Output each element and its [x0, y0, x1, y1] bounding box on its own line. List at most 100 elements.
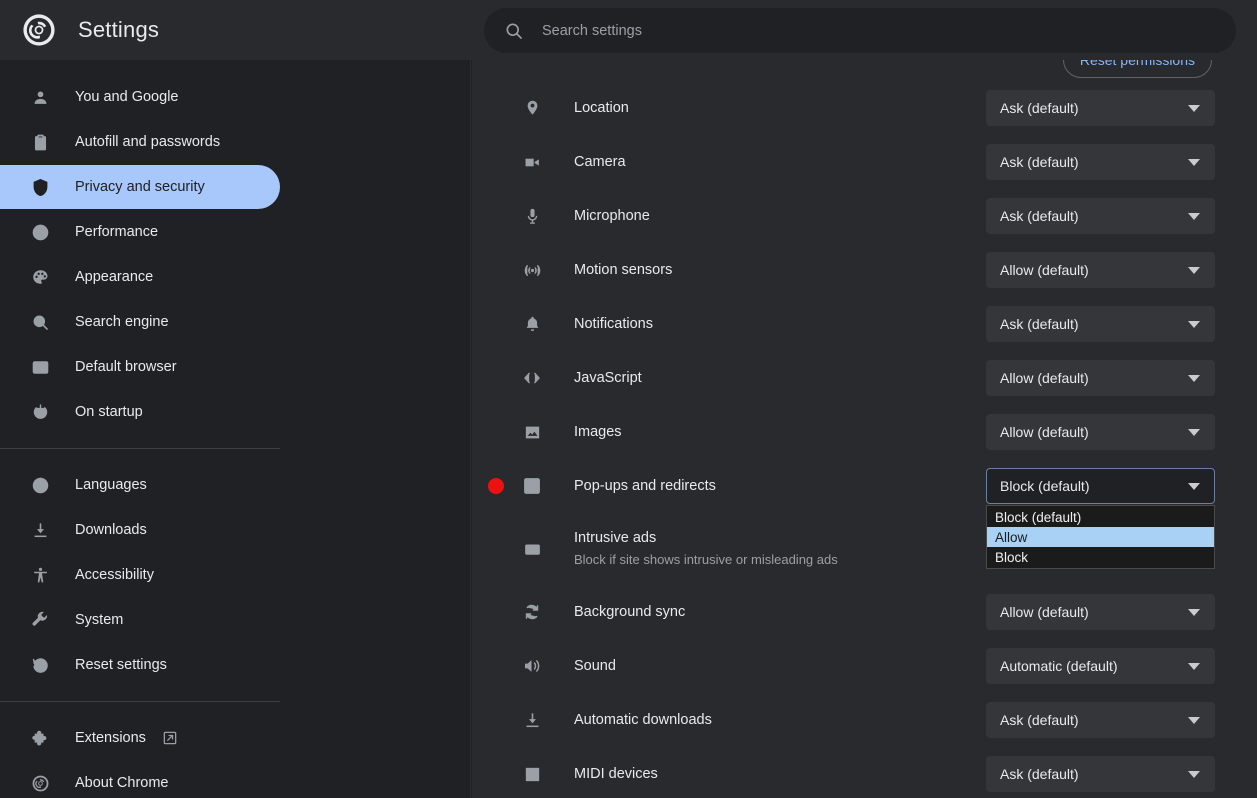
sidebar-item-privacy-and-security[interactable]: Privacy and security [0, 165, 280, 209]
permission-text: Automatic downloads [574, 711, 986, 730]
settings-page: Settings You and Google Autofill and p [0, 0, 1257, 798]
permission-row-microphone[interactable]: Microphone Ask (default) [472, 189, 1257, 243]
midi-piano-icon [520, 762, 544, 786]
permission-select-sound[interactable]: Automatic (default) [986, 648, 1215, 684]
magnifier-icon [30, 312, 50, 332]
select-value: Block (default) [1000, 478, 1188, 494]
permission-select-wrap: Automatic (default) [986, 648, 1215, 684]
permission-select-wrap: Allow (default) [986, 594, 1215, 630]
permission-row-midi-devices[interactable]: MIDI devices Ask (default) [472, 747, 1257, 798]
sidebar-item-label: Accessibility [75, 567, 154, 583]
permission-select-motion-sensors[interactable]: Allow (default) [986, 252, 1215, 288]
permission-title: Automatic downloads [574, 711, 986, 730]
permission-select-microphone[interactable]: Ask (default) [986, 198, 1215, 234]
chevron-down-icon [1188, 717, 1200, 724]
permission-select-location[interactable]: Ask (default) [986, 90, 1215, 126]
permission-select-automatic-downloads[interactable]: Ask (default) [986, 702, 1215, 738]
dropdown-option-block-default[interactable]: Block (default) [987, 507, 1214, 527]
permission-select-camera[interactable]: Ask (default) [986, 144, 1215, 180]
permission-title: Images [574, 423, 986, 442]
download-icon [30, 520, 50, 540]
page-title: Settings [78, 17, 159, 43]
sidebar-item-label: System [75, 612, 123, 628]
select-value: Ask (default) [1000, 100, 1188, 116]
sidebar-item-reset-settings[interactable]: Reset settings [0, 643, 280, 687]
sidebar-item-label: Autofill and passwords [75, 134, 220, 150]
permission-row-camera[interactable]: Camera Ask (default) [472, 135, 1257, 189]
location-pin-icon [520, 96, 544, 120]
chevron-down-icon [1188, 267, 1200, 274]
select-value: Allow (default) [1000, 604, 1188, 620]
permission-text: Images [574, 423, 986, 442]
dropdown-option-block[interactable]: Block [987, 547, 1214, 567]
permission-text: Notifications [574, 315, 986, 334]
external-link-icon[interactable] [162, 730, 178, 746]
permission-row-popups-and-redirects[interactable]: Pop-ups and redirects Block (default) Bl… [472, 459, 1257, 513]
permission-select-wrap: Ask (default) [986, 306, 1215, 342]
permission-row-background-sync[interactable]: Background sync Allow (default) [472, 585, 1257, 639]
reset-permissions-button[interactable]: Reset permissions [1063, 60, 1212, 78]
sidebar-item-extensions[interactable]: Extensions [0, 716, 280, 760]
permission-row-javascript[interactable]: JavaScript Allow (default) [472, 351, 1257, 405]
permission-select-wrap: Allow (default) [986, 252, 1215, 288]
sidebar-item-label: Downloads [75, 522, 147, 538]
permission-row-location[interactable]: Location Ask (default) [472, 81, 1257, 135]
sidebar-item-accessibility[interactable]: Accessibility [0, 553, 280, 597]
permission-select-wrap: Ask (default) [986, 198, 1215, 234]
select-value: Allow (default) [1000, 262, 1188, 278]
select-value: Ask (default) [1000, 154, 1188, 170]
chevron-down-icon [1188, 609, 1200, 616]
sidebar-item-on-startup[interactable]: On startup [0, 390, 280, 434]
permission-text: Sound [574, 657, 986, 676]
code-brackets-icon [520, 366, 544, 390]
history-restore-icon [30, 655, 50, 675]
permission-text: Intrusive ads Block if site shows intrus… [574, 529, 986, 569]
permission-select-midi-devices[interactable]: Ask (default) [986, 756, 1215, 792]
sidebar-item-downloads[interactable]: Downloads [0, 508, 280, 552]
globe-icon [30, 475, 50, 495]
permission-select-popups-and-redirects[interactable]: Block (default) [986, 468, 1215, 504]
permission-select-images[interactable]: Allow (default) [986, 414, 1215, 450]
sidebar-nav: You and Google Autofill and passwords Pr… [0, 60, 471, 798]
search-input[interactable] [542, 23, 1218, 39]
permission-row-sound[interactable]: Sound Automatic (default) [472, 639, 1257, 693]
sidebar-item-default-browser[interactable]: Default browser [0, 345, 280, 389]
sidebar-item-you-and-google[interactable]: You and Google [0, 75, 280, 119]
sidebar-item-label: About Chrome [75, 775, 169, 791]
accessibility-icon [30, 565, 50, 585]
permission-title: Sound [574, 657, 986, 676]
permission-select-javascript[interactable]: Allow (default) [986, 360, 1215, 396]
image-icon [520, 420, 544, 444]
permission-row-notifications[interactable]: Notifications Ask (default) [472, 297, 1257, 351]
microphone-icon [520, 204, 544, 228]
chevron-down-icon [1188, 321, 1200, 328]
sidebar-item-appearance[interactable]: Appearance [0, 255, 280, 299]
sidebar-item-search-engine[interactable]: Search engine [0, 300, 280, 344]
chevron-down-icon [1188, 429, 1200, 436]
search-bar[interactable] [484, 8, 1236, 53]
permission-select-notifications[interactable]: Ask (default) [986, 306, 1215, 342]
select-value: Automatic (default) [1000, 658, 1188, 674]
dropdown-option-allow[interactable]: Allow [987, 527, 1214, 547]
permission-select-wrap: Ask (default) [986, 90, 1215, 126]
chevron-down-icon [1188, 771, 1200, 778]
permission-select-background-sync[interactable]: Allow (default) [986, 594, 1215, 630]
chevron-down-icon [1188, 663, 1200, 670]
permission-text: Camera [574, 153, 986, 172]
permission-row-automatic-downloads[interactable]: Automatic downloads Ask (default) [472, 693, 1257, 747]
sidebar-item-performance[interactable]: Performance [0, 210, 280, 254]
sidebar-item-about-chrome[interactable]: About Chrome [0, 761, 280, 798]
sidebar-item-languages[interactable]: Languages [0, 463, 280, 507]
sidebar-item-autofill-and-passwords[interactable]: Autofill and passwords [0, 120, 280, 164]
permission-title: MIDI devices [574, 765, 986, 784]
permission-row-motion-sensors[interactable]: Motion sensors Allow (default) [472, 243, 1257, 297]
sidebar-item-system[interactable]: System [0, 598, 280, 642]
permission-text: Background sync [574, 603, 986, 622]
permission-title: JavaScript [574, 369, 986, 388]
permission-row-images[interactable]: Images Allow (default) [472, 405, 1257, 459]
ad-block-icon [520, 537, 544, 561]
permission-title: Background sync [574, 603, 986, 622]
permission-text: Pop-ups and redirects [574, 477, 986, 496]
sidebar-item-label: Privacy and security [75, 179, 205, 195]
select-value: Allow (default) [1000, 370, 1188, 386]
